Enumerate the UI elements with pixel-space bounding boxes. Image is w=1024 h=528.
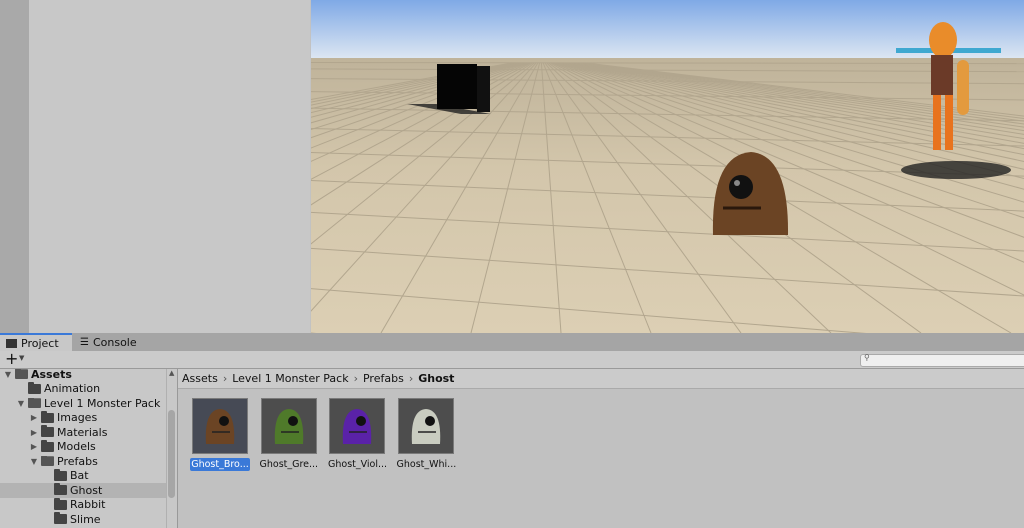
breadcrumb-prefabs[interactable]: Prefabs xyxy=(363,372,404,385)
tree-item-label: Animation xyxy=(44,382,101,396)
chevron-down-icon[interactable]: ▼ xyxy=(19,354,24,362)
breadcrumb-ghost: Ghost xyxy=(418,372,455,385)
folder-icon xyxy=(15,369,28,380)
breadcrumb: Assets › Level 1 Monster Pack › Prefabs › G… xyxy=(178,369,1024,389)
tree-item-label: Level 1 Monster Pack xyxy=(44,396,161,410)
tree-item[interactable]: Bat xyxy=(0,468,166,484)
folder-icon xyxy=(41,439,54,452)
tab-label: Project xyxy=(21,336,59,350)
tree-item-label: Ghost xyxy=(70,483,103,497)
asset-label: Ghost_Whi... xyxy=(396,459,457,470)
character-shadow xyxy=(901,161,1011,179)
folder-icon xyxy=(41,410,54,423)
folder-tree: ▼ Assets Animation ▼ Level 1 Monster Pack ▶ Im… xyxy=(0,369,166,528)
tree-item-label: Rabbit xyxy=(70,498,106,512)
scrollbar-thumb[interactable] xyxy=(168,410,175,498)
tree-item-label: Slime xyxy=(70,512,101,526)
cube xyxy=(437,64,477,109)
expand-arrow-icon[interactable]: ▼ xyxy=(30,457,38,466)
tree-item[interactable]: Animation xyxy=(0,381,166,397)
hierarchy-panel xyxy=(29,0,310,333)
left-strip xyxy=(0,0,29,333)
folder-icon xyxy=(54,483,67,496)
tab-label: Console xyxy=(92,335,137,349)
tree-item-label: Prefabs xyxy=(57,454,98,468)
asset-item[interactable]: Ghost_Gre... xyxy=(259,398,319,471)
tree-item-label: Images xyxy=(57,411,98,425)
add-button[interactable]: + xyxy=(5,349,18,368)
tree-item-label: Models xyxy=(57,440,96,454)
folder-icon xyxy=(54,512,67,525)
search-icon: ⚲ xyxy=(864,353,870,362)
tree-item[interactable]: ▶ Materials xyxy=(0,425,166,440)
asset-label: Ghost_Viol... xyxy=(328,459,388,470)
panel-tab-bar: Project ☰ Console xyxy=(0,333,1024,351)
chevron-right-icon: › xyxy=(222,372,228,385)
tree-item[interactable]: ▶ Models xyxy=(0,439,166,455)
search-input[interactable]: ⚲ xyxy=(860,353,1024,367)
folder-icon xyxy=(54,468,67,481)
folder-icon xyxy=(28,398,41,409)
tree-item[interactable]: ▼ Prefabs xyxy=(0,454,166,469)
collapse-arrow-icon[interactable]: ▶ xyxy=(30,413,38,422)
tab-console[interactable]: ☰ Console xyxy=(74,333,144,351)
folder-icon xyxy=(41,425,54,438)
tree-item-label: Materials xyxy=(57,425,108,439)
asset-item[interactable]: Ghost_Whi... xyxy=(396,398,456,471)
breadcrumb-monster-pack[interactable]: Level 1 Monster Pack xyxy=(232,372,348,385)
chevron-right-icon: › xyxy=(408,372,414,385)
tree-item-label: Bat xyxy=(70,469,89,483)
collapse-arrow-icon[interactable]: ▶ xyxy=(30,428,38,437)
folder-icon xyxy=(6,338,17,348)
breadcrumb-assets[interactable]: Assets xyxy=(182,372,218,385)
ghost-thumbnail xyxy=(192,398,248,454)
tree-item[interactable]: Slime xyxy=(0,512,166,527)
asset-item[interactable]: Ghost_Bro... xyxy=(190,398,250,471)
folder-icon xyxy=(28,381,41,394)
console-icon: ☰ xyxy=(80,336,89,348)
tree-item[interactable]: ▼ Assets xyxy=(0,369,166,382)
ghost-thumbnail xyxy=(260,398,317,454)
tree-item[interactable]: Ghost xyxy=(0,483,166,498)
folder-icon xyxy=(41,456,54,467)
asset-label: Ghost_Gre... xyxy=(259,459,319,470)
ghost-thumbnail xyxy=(397,398,454,454)
folder-icon xyxy=(54,497,67,510)
expand-arrow-icon[interactable]: ▼ xyxy=(4,370,12,379)
expand-arrow-icon[interactable]: ▼ xyxy=(17,399,25,408)
chevron-right-icon: › xyxy=(353,372,358,385)
scene-view[interactable] xyxy=(311,0,1024,333)
tree-item[interactable]: ▶ Images xyxy=(0,410,166,426)
tree-item[interactable]: Rabbit xyxy=(0,497,166,513)
collapse-arrow-icon[interactable]: ▶ xyxy=(30,442,38,451)
asset-label: Ghost_Bro... xyxy=(190,458,250,471)
ghost-thumbnail xyxy=(329,398,385,454)
tree-item[interactable]: ▼ Level 1 Monster Pack xyxy=(0,396,166,411)
tree-item-label: Assets xyxy=(31,369,72,381)
asset-item[interactable]: Ghost_Viol... xyxy=(327,398,387,471)
scene-render xyxy=(311,0,1024,333)
